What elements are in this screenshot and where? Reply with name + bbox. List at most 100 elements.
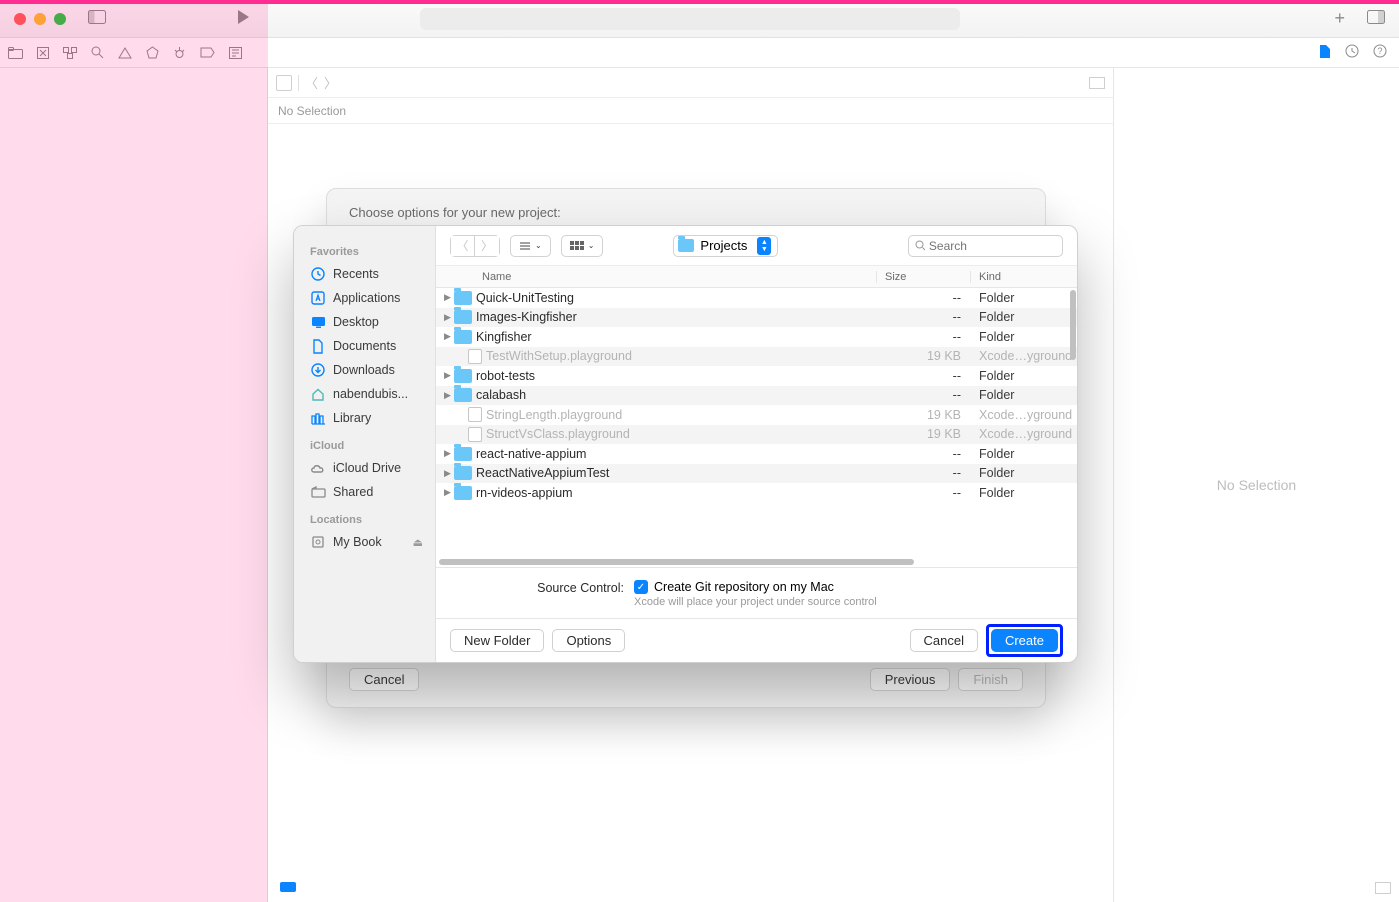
sidebar-item-label: Library: [333, 411, 371, 425]
size-column-header[interactable]: Size: [877, 271, 971, 283]
editor-subtoolbar: 〈 〉: [268, 68, 1113, 98]
folder-icon: [454, 330, 472, 344]
add-tab-icon[interactable]: +: [1334, 8, 1345, 29]
sidebar-item-fav-4[interactable]: Downloads: [308, 358, 435, 382]
disclosure-icon[interactable]: ▶: [436, 468, 450, 479]
zoom-window-icon[interactable]: [54, 13, 66, 25]
git-checkbox-label: Create Git repository on my Mac: [654, 580, 834, 594]
run-button-icon[interactable]: [235, 8, 251, 26]
search-field[interactable]: [908, 235, 1063, 257]
sidebar-item-fav-6[interactable]: Library: [308, 406, 435, 430]
name-column-header[interactable]: Name: [436, 271, 877, 283]
disclosure-icon[interactable]: ▶: [436, 390, 450, 401]
file-list[interactable]: ▶ Quick-UnitTesting -- Folder ▶ Images-K…: [436, 288, 1077, 567]
bottom-panel-icon[interactable]: [1375, 882, 1391, 894]
file-kind: Xcode…yground: [971, 427, 1077, 441]
nav-forward-button: 〉: [475, 236, 499, 256]
nav-back-icon[interactable]: 〈: [305, 73, 318, 92]
checkbox-checked-icon[interactable]: ✓: [634, 580, 648, 594]
toggle-inspector-icon[interactable]: [1367, 10, 1385, 24]
disclosure-icon[interactable]: ▶: [436, 448, 450, 459]
sidebar-item-fav-3[interactable]: Documents: [308, 334, 435, 358]
folder-icon: [454, 486, 472, 500]
file-row[interactable]: ▶ react-native-appium -- Folder: [436, 444, 1077, 464]
horizontal-scrollbar[interactable]: [439, 559, 914, 565]
sheet-cancel-button[interactable]: Cancel: [349, 668, 419, 691]
search-icon[interactable]: [91, 46, 104, 59]
source-control-section: Source Control: ✓ Create Git repository …: [436, 567, 1077, 618]
editor-options-icon[interactable]: [1089, 77, 1105, 89]
sidebar-item-label: Applications: [333, 291, 400, 305]
file-row[interactable]: ▶ rn-videos-appium -- Folder: [436, 483, 1077, 503]
create-button[interactable]: Create: [991, 629, 1058, 652]
help-inspector-icon[interactable]: ?: [1373, 44, 1387, 59]
sidebar-item-fav-2[interactable]: Desktop: [308, 310, 435, 334]
source-control-icon[interactable]: [37, 47, 49, 59]
new-folder-button[interactable]: New Folder: [450, 629, 544, 652]
cancel-button[interactable]: Cancel: [910, 629, 978, 652]
dialog-main: 〈 〉 ⌄ ⌄ Projects ▲▼ Name: [436, 226, 1077, 662]
disclosure-icon[interactable]: ▶: [436, 487, 450, 498]
sidebar-item-fav-0[interactable]: Recents: [308, 262, 435, 286]
file-row[interactable]: ▶ calabash -- Folder: [436, 386, 1077, 406]
titlebar: +: [0, 0, 1399, 38]
options-button[interactable]: Options: [552, 629, 625, 652]
vertical-scrollbar[interactable]: [1070, 290, 1076, 360]
debug-icon[interactable]: [173, 46, 186, 59]
toggle-navigator-icon[interactable]: [88, 10, 106, 24]
file-kind: Folder: [971, 466, 1077, 480]
close-window-icon[interactable]: [14, 13, 26, 25]
file-row[interactable]: ▶ ReactNativeAppiumTest -- Folder: [436, 464, 1077, 484]
issues-icon[interactable]: [118, 47, 132, 59]
nav-forward-icon[interactable]: 〉: [324, 73, 337, 92]
location-popup[interactable]: Projects ▲▼: [673, 235, 778, 257]
search-input[interactable]: [929, 239, 1056, 253]
file-inspector-icon[interactable]: [1318, 44, 1331, 59]
shared-icon: [310, 484, 326, 500]
disclosure-icon[interactable]: ▶: [436, 331, 450, 342]
folder-icon: [454, 447, 472, 461]
file-name: StructVsClass.playground: [486, 427, 877, 441]
source-control-label: Source Control:: [454, 580, 624, 595]
git-checkbox-row[interactable]: ✓ Create Git repository on my Mac: [634, 580, 877, 594]
sidebar-item-fav-1[interactable]: Applications: [308, 286, 435, 310]
sidebar-item-label: Downloads: [333, 363, 395, 377]
disclosure-icon[interactable]: ▶: [436, 292, 450, 303]
sidebar-item-loc-0[interactable]: My Book⏏: [308, 530, 435, 554]
sidebar-item-fav-5[interactable]: nabendubis...: [308, 382, 435, 406]
sheet-title: Choose options for your new project:: [349, 205, 1023, 220]
group-by-button[interactable]: ⌄: [561, 235, 604, 257]
disclosure-icon[interactable]: ▶: [436, 370, 450, 381]
symbols-icon[interactable]: [63, 47, 77, 59]
disclosure-icon[interactable]: ▶: [436, 312, 450, 323]
kind-column-header[interactable]: Kind: [971, 271, 1077, 283]
sidebar-item-icloud-0[interactable]: iCloud Drive: [308, 456, 435, 480]
eject-icon[interactable]: ⏏: [413, 536, 423, 549]
file-row[interactable]: ▶ Images-Kingfisher -- Folder: [436, 308, 1077, 328]
nav-history-segment: 〈 〉: [450, 235, 500, 257]
folder-icon[interactable]: [8, 47, 23, 59]
view-mode-button[interactable]: ⌄: [510, 235, 551, 257]
file-size: --: [877, 330, 971, 344]
clock-icon: [310, 266, 326, 282]
file-size: 19 KB: [877, 408, 971, 422]
file-name: robot-tests: [476, 369, 877, 383]
sidebar-item-label: Desktop: [333, 315, 379, 329]
filter-icon[interactable]: [280, 882, 296, 892]
minimize-window-icon[interactable]: [34, 13, 46, 25]
related-items-icon[interactable]: [276, 75, 292, 91]
file-name: rn-videos-appium: [476, 486, 877, 500]
file-row[interactable]: ▶ Kingfisher -- Folder: [436, 327, 1077, 347]
file-row[interactable]: ▶ Quick-UnitTesting -- Folder: [436, 288, 1077, 308]
tests-icon[interactable]: [146, 46, 159, 59]
sheet-previous-button[interactable]: Previous: [870, 668, 951, 691]
file-row[interactable]: ▶ robot-tests -- Folder: [436, 366, 1077, 386]
history-inspector-icon[interactable]: [1345, 44, 1359, 59]
reports-icon[interactable]: [229, 47, 242, 59]
folder-icon: [454, 388, 472, 402]
breakpoints-icon[interactable]: [200, 47, 215, 58]
nav-back-button: 〈: [451, 236, 475, 256]
sidebar-item-icloud-1[interactable]: Shared: [308, 480, 435, 504]
file-size: --: [877, 466, 971, 480]
git-hint-label: Xcode will place your project under sour…: [634, 596, 877, 608]
